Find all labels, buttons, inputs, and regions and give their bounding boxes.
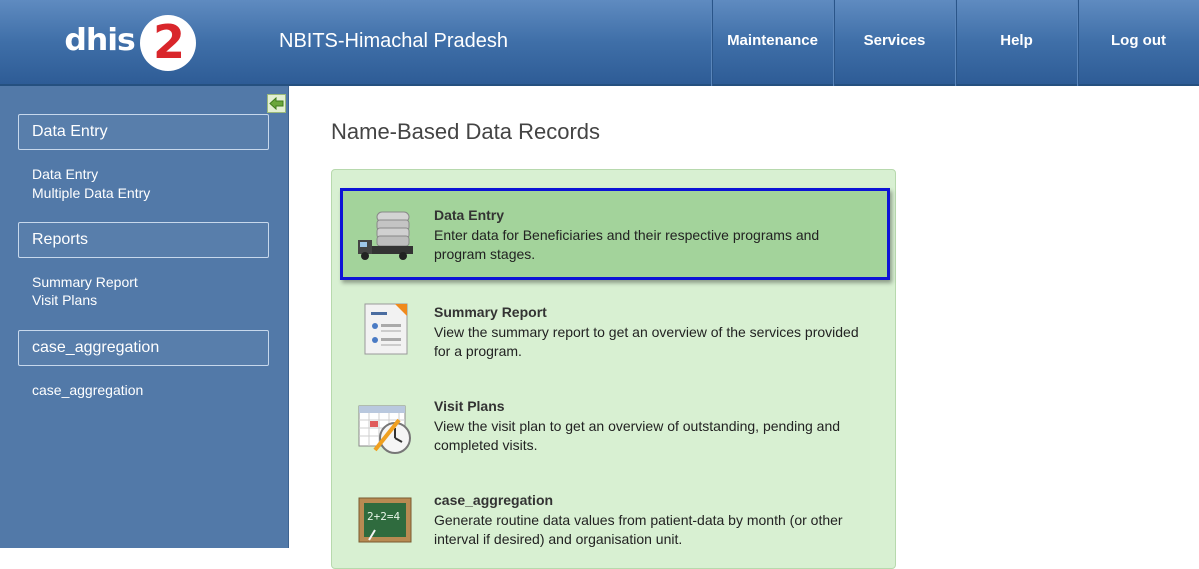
menu-item-title: Visit Plans xyxy=(434,398,505,414)
sidebar-link-multiple-data-entry[interactable]: Multiple Data Entry xyxy=(32,185,150,201)
top-nav: Maintenance Services Help Log out xyxy=(711,0,1199,86)
app-title: NBITS-Himachal Pradesh xyxy=(279,30,508,52)
report-document-icon xyxy=(364,303,408,355)
menu-item-title: case_aggregation xyxy=(434,492,554,508)
sidebar-link-visit-plans[interactable]: Visit Plans xyxy=(32,292,97,308)
menu-item-description: Generate routine data values from patien… xyxy=(434,512,843,547)
menu-item-description: View the summary report to get an overvi… xyxy=(434,324,859,359)
menu-item-description: View the visit plan to get an overview o… xyxy=(434,418,841,453)
menu-item-data-entry[interactable]: Data Entry Enter data for Beneficiaries … xyxy=(340,188,890,280)
menu-item-summary-report[interactable]: Summary Report View the summary report t… xyxy=(340,286,890,378)
collapse-sidebar-button[interactable] xyxy=(267,94,286,113)
nav-services[interactable]: Services xyxy=(833,0,955,86)
sidebar-group-data-entry[interactable]: Data Entry xyxy=(18,114,269,150)
logo-text: dhis xyxy=(64,23,135,58)
nav-help[interactable]: Help xyxy=(955,0,1077,86)
sidebar-link-case-aggregation[interactable]: case_aggregation xyxy=(32,382,143,398)
sidebar xyxy=(0,86,289,548)
sidebar-link-data-entry[interactable]: Data Entry xyxy=(32,166,98,182)
menu-item-description: Enter data for Beneficiaries and their r… xyxy=(434,227,820,262)
nav-logout[interactable]: Log out xyxy=(1077,0,1199,86)
calendar-clock-icon xyxy=(358,405,411,454)
sidebar-group-reports[interactable]: Reports xyxy=(18,222,269,258)
truck-database-icon xyxy=(358,211,413,260)
menu-item-visit-plans[interactable]: Visit Plans View the visit plan to get a… xyxy=(340,380,890,472)
chalkboard-icon: 2+2=4 xyxy=(358,497,412,543)
page-title: Name-Based Data Records xyxy=(331,119,601,144)
dhis2-logo[interactable]: dhis 2 xyxy=(62,14,202,74)
menu-item-case-aggregation[interactable]: 2+2=4 case_aggregation Generate routine … xyxy=(340,474,890,566)
menu-item-title: Summary Report xyxy=(434,304,547,320)
sidebar-group-case-aggregation[interactable]: case_aggregation xyxy=(18,330,269,366)
arrow-left-icon xyxy=(269,97,284,110)
nav-maintenance[interactable]: Maintenance xyxy=(711,0,833,86)
sidebar-link-summary-report[interactable]: Summary Report xyxy=(32,274,138,290)
menu-item-title: Data Entry xyxy=(434,207,505,223)
header-bar: dhis 2 NBITS-Himachal Pradesh Maintenanc… xyxy=(0,0,1199,86)
logo-number: 2 xyxy=(153,15,186,69)
svg-text:2+2=4: 2+2=4 xyxy=(367,510,400,523)
